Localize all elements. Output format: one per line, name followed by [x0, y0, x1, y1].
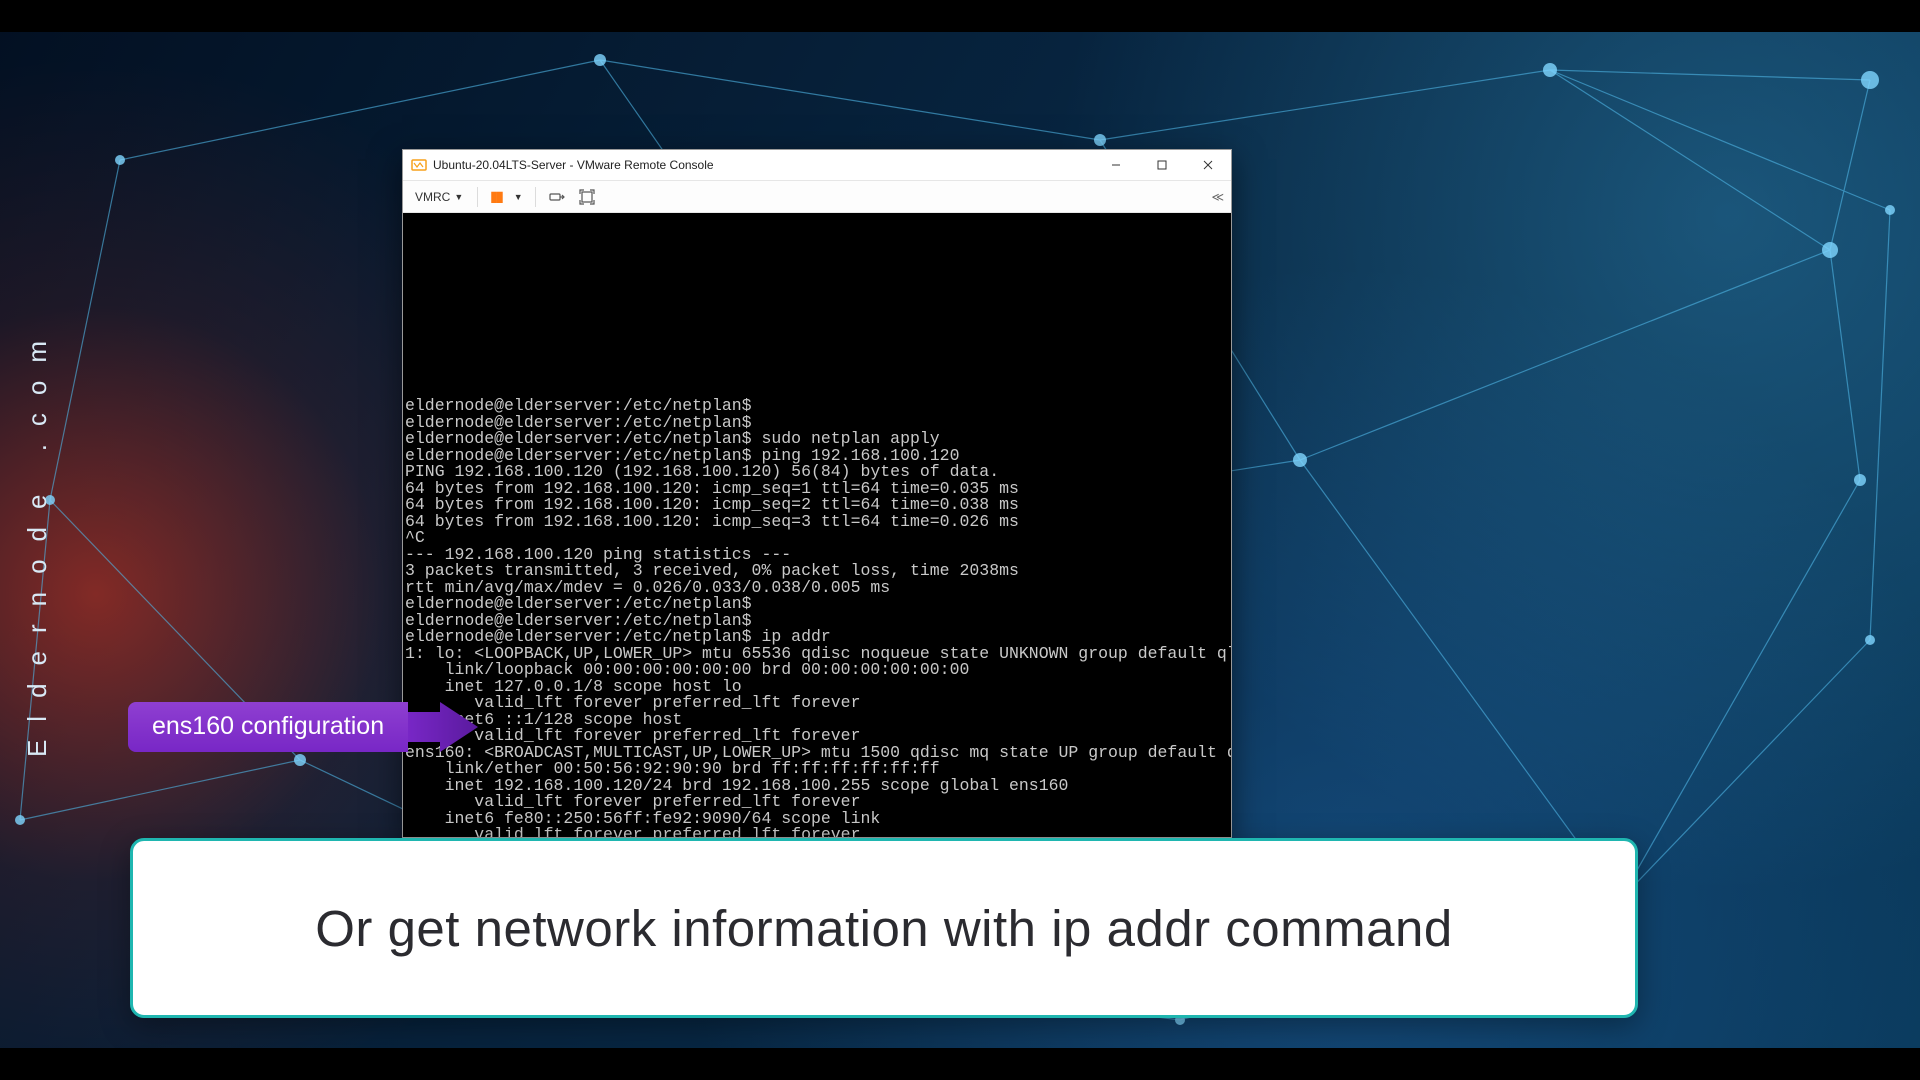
- window-title: Ubuntu-20.04LTS-Server - VMware Remote C…: [433, 158, 1093, 172]
- vmware-icon: [411, 157, 427, 173]
- send-keys-icon: [548, 188, 566, 206]
- collapse-icon: ≪: [1211, 190, 1221, 204]
- window-titlebar[interactable]: Ubuntu-20.04LTS-Server - VMware Remote C…: [403, 150, 1231, 180]
- terminal-line: 64 bytes from 192.168.100.120: icmp_seq=…: [403, 514, 1231, 531]
- pause-button[interactable]: ▮▮: [486, 186, 505, 207]
- callout-label: ens160 configuration: [128, 702, 408, 752]
- maximize-button[interactable]: [1139, 150, 1185, 180]
- letterbox-bottom: [0, 1048, 1920, 1080]
- callout-annotation: ens160 configuration: [128, 702, 478, 752]
- arrow-right-icon: [408, 702, 478, 752]
- pause-dropdown[interactable]: ▼: [510, 190, 527, 204]
- pause-icon: ▮▮: [490, 188, 501, 205]
- chevron-down-icon: ▼: [454, 192, 463, 202]
- vmrc-window: Ubuntu-20.04LTS-Server - VMware Remote C…: [402, 149, 1232, 838]
- vmrc-menu[interactable]: VMRC ▼: [409, 188, 469, 206]
- terminal-line: valid_lft forever preferred_lft forever: [403, 827, 1231, 837]
- fullscreen-icon: [578, 188, 596, 206]
- collapse-button[interactable]: ≪: [1207, 188, 1225, 206]
- terminal-console[interactable]: eldernode@elderserver:/etc/netplan$elder…: [403, 213, 1231, 837]
- chevron-down-icon: ▼: [514, 192, 523, 202]
- caption-card: Or get network information with ip addr …: [130, 838, 1638, 1018]
- brand-watermark: Eldernode .com: [22, 323, 53, 757]
- separator: [535, 187, 536, 207]
- fullscreen-button[interactable]: [574, 186, 600, 208]
- separator: [477, 187, 478, 207]
- send-cad-button[interactable]: [544, 186, 570, 208]
- vmrc-menu-label: VMRC: [415, 190, 450, 204]
- toolbar: VMRC ▼ ▮▮ ▼ ≪: [403, 180, 1231, 213]
- caption-text: Or get network information with ip addr …: [315, 899, 1452, 958]
- letterbox-top: [0, 0, 1920, 32]
- minimize-button[interactable]: [1093, 150, 1139, 180]
- close-button[interactable]: [1185, 150, 1231, 180]
